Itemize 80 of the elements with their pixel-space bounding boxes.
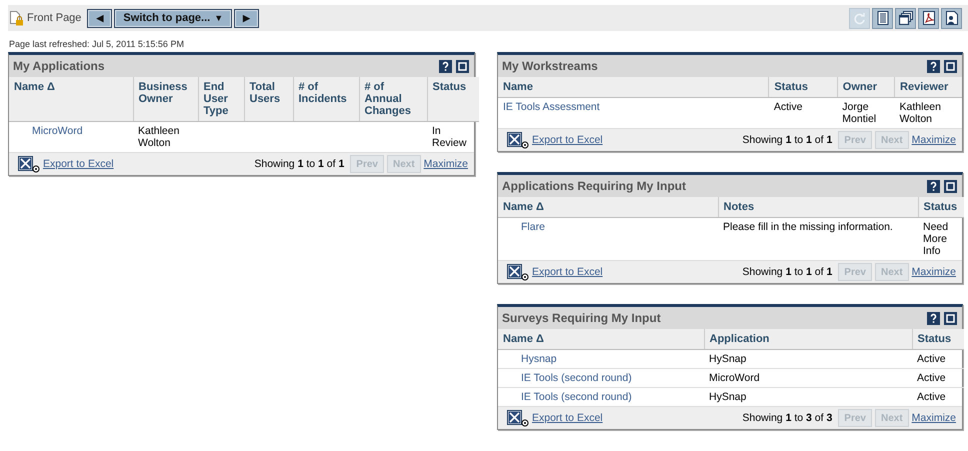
toolbar-button[interactable]: [918, 8, 939, 28]
help-icon[interactable]: [927, 312, 940, 324]
refresh-timestamp: Page last refreshed: Jul 5, 2011 5:15:56 PM: [9, 39, 185, 49]
help-icon[interactable]: [927, 180, 940, 192]
column-header[interactable]: Total Users: [244, 77, 293, 122]
maximize-link[interactable]: Maximize: [912, 266, 956, 278]
column-header[interactable]: Name: [498, 77, 769, 98]
portlet-title: My Applications: [13, 59, 105, 73]
previous-page-button[interactable]: ◀: [87, 8, 112, 28]
toolbar-button[interactable]: [941, 8, 962, 28]
column-header[interactable]: Name Δ: [498, 197, 718, 218]
paging-info: Showing 1 to 1 of 1: [742, 266, 832, 278]
portlet-title: My Workstreams: [502, 59, 598, 73]
column-header[interactable]: Name Δ: [9, 77, 133, 122]
table-cell: HySnap: [709, 353, 746, 365]
item-link[interactable]: Flare: [521, 221, 545, 233]
document-list-icon: [876, 11, 888, 25]
table-cell: Active: [917, 353, 946, 365]
table-cell: Active: [917, 372, 946, 384]
switch-page-dropdown[interactable]: Switch to page... ▼: [114, 8, 232, 28]
pdf-icon: [922, 11, 934, 25]
excel-icon[interactable]: [507, 132, 529, 148]
user-page-icon: [946, 11, 958, 25]
column-header[interactable]: Status: [768, 77, 838, 98]
windows-icon: [898, 11, 912, 25]
excel-icon[interactable]: [507, 410, 529, 426]
table-cell: Need More Info: [923, 221, 948, 257]
column-header[interactable]: # of Incidents: [293, 77, 359, 122]
item-link[interactable]: IE Tools Assessment: [503, 101, 600, 113]
help-icon[interactable]: [927, 60, 940, 72]
export-link[interactable]: Export to Excel: [532, 412, 603, 424]
table-cell: Active: [774, 101, 802, 113]
table-cell: Jorge Montiel: [842, 101, 876, 125]
maximize-icon[interactable]: [944, 60, 957, 72]
toolbar-button[interactable]: [895, 8, 916, 28]
export-link[interactable]: Export to Excel: [532, 134, 603, 146]
column-header[interactable]: Status: [912, 329, 964, 350]
caret-icon: ▼: [214, 13, 224, 23]
column-header[interactable]: Application: [704, 329, 912, 350]
column-header[interactable]: # of Annual Changes: [359, 77, 427, 122]
maximize-icon[interactable]: [456, 60, 469, 72]
maximize-icon[interactable]: [944, 312, 957, 324]
export-link[interactable]: Export to Excel: [532, 266, 603, 278]
table-cell: Please fill in the missing information.: [723, 221, 893, 233]
column-header[interactable]: Notes: [718, 197, 918, 218]
table-cell: MicroWord: [709, 372, 760, 384]
maximize-link[interactable]: Maximize: [424, 158, 468, 170]
portlet-title: Applications Requiring My Input: [502, 179, 686, 193]
excel-icon[interactable]: [507, 264, 529, 280]
column-header[interactable]: Business Owner: [133, 77, 198, 122]
portlet-title: Surveys Requiring My Input: [502, 311, 661, 325]
table-cell: HySnap: [709, 391, 746, 403]
column-header[interactable]: Name Δ: [498, 329, 704, 350]
table-cell: In Review: [432, 125, 466, 149]
excel-icon[interactable]: [18, 156, 40, 172]
table-cell: Active: [917, 391, 946, 403]
export-link[interactable]: Export to Excel: [43, 158, 114, 170]
item-link[interactable]: MicroWord: [32, 125, 83, 137]
maximize-link[interactable]: Maximize: [912, 134, 956, 146]
paging-info: Showing 1 to 1 of 1: [254, 158, 344, 170]
maximize-icon[interactable]: [944, 180, 957, 192]
column-header[interactable]: End User Type: [198, 77, 244, 122]
table-cell: Kathleen Wolton: [900, 101, 941, 125]
page-title: Front Page: [27, 12, 82, 24]
item-link[interactable]: Hysnap: [521, 353, 557, 365]
table-cell: Kathleen Wolton: [138, 125, 180, 149]
column-header[interactable]: Owner: [837, 77, 895, 98]
toolbar-button[interactable]: [872, 8, 893, 28]
item-link[interactable]: IE Tools (second round): [521, 372, 632, 384]
column-header[interactable]: Status: [427, 77, 479, 122]
help-icon[interactable]: [439, 60, 452, 72]
refresh-icon: [853, 12, 866, 24]
next-page-button[interactable]: ▶: [234, 8, 260, 28]
column-header[interactable]: Status: [918, 197, 964, 218]
column-header[interactable]: Reviewer: [894, 77, 962, 98]
paging-info: Showing 1 to 1 of 1: [742, 134, 832, 146]
locked-page-icon: [10, 10, 24, 26]
maximize-link[interactable]: Maximize: [912, 412, 956, 424]
paging-info: Showing 1 to 3 of 3: [742, 412, 832, 424]
item-link[interactable]: IE Tools (second round): [521, 391, 632, 403]
